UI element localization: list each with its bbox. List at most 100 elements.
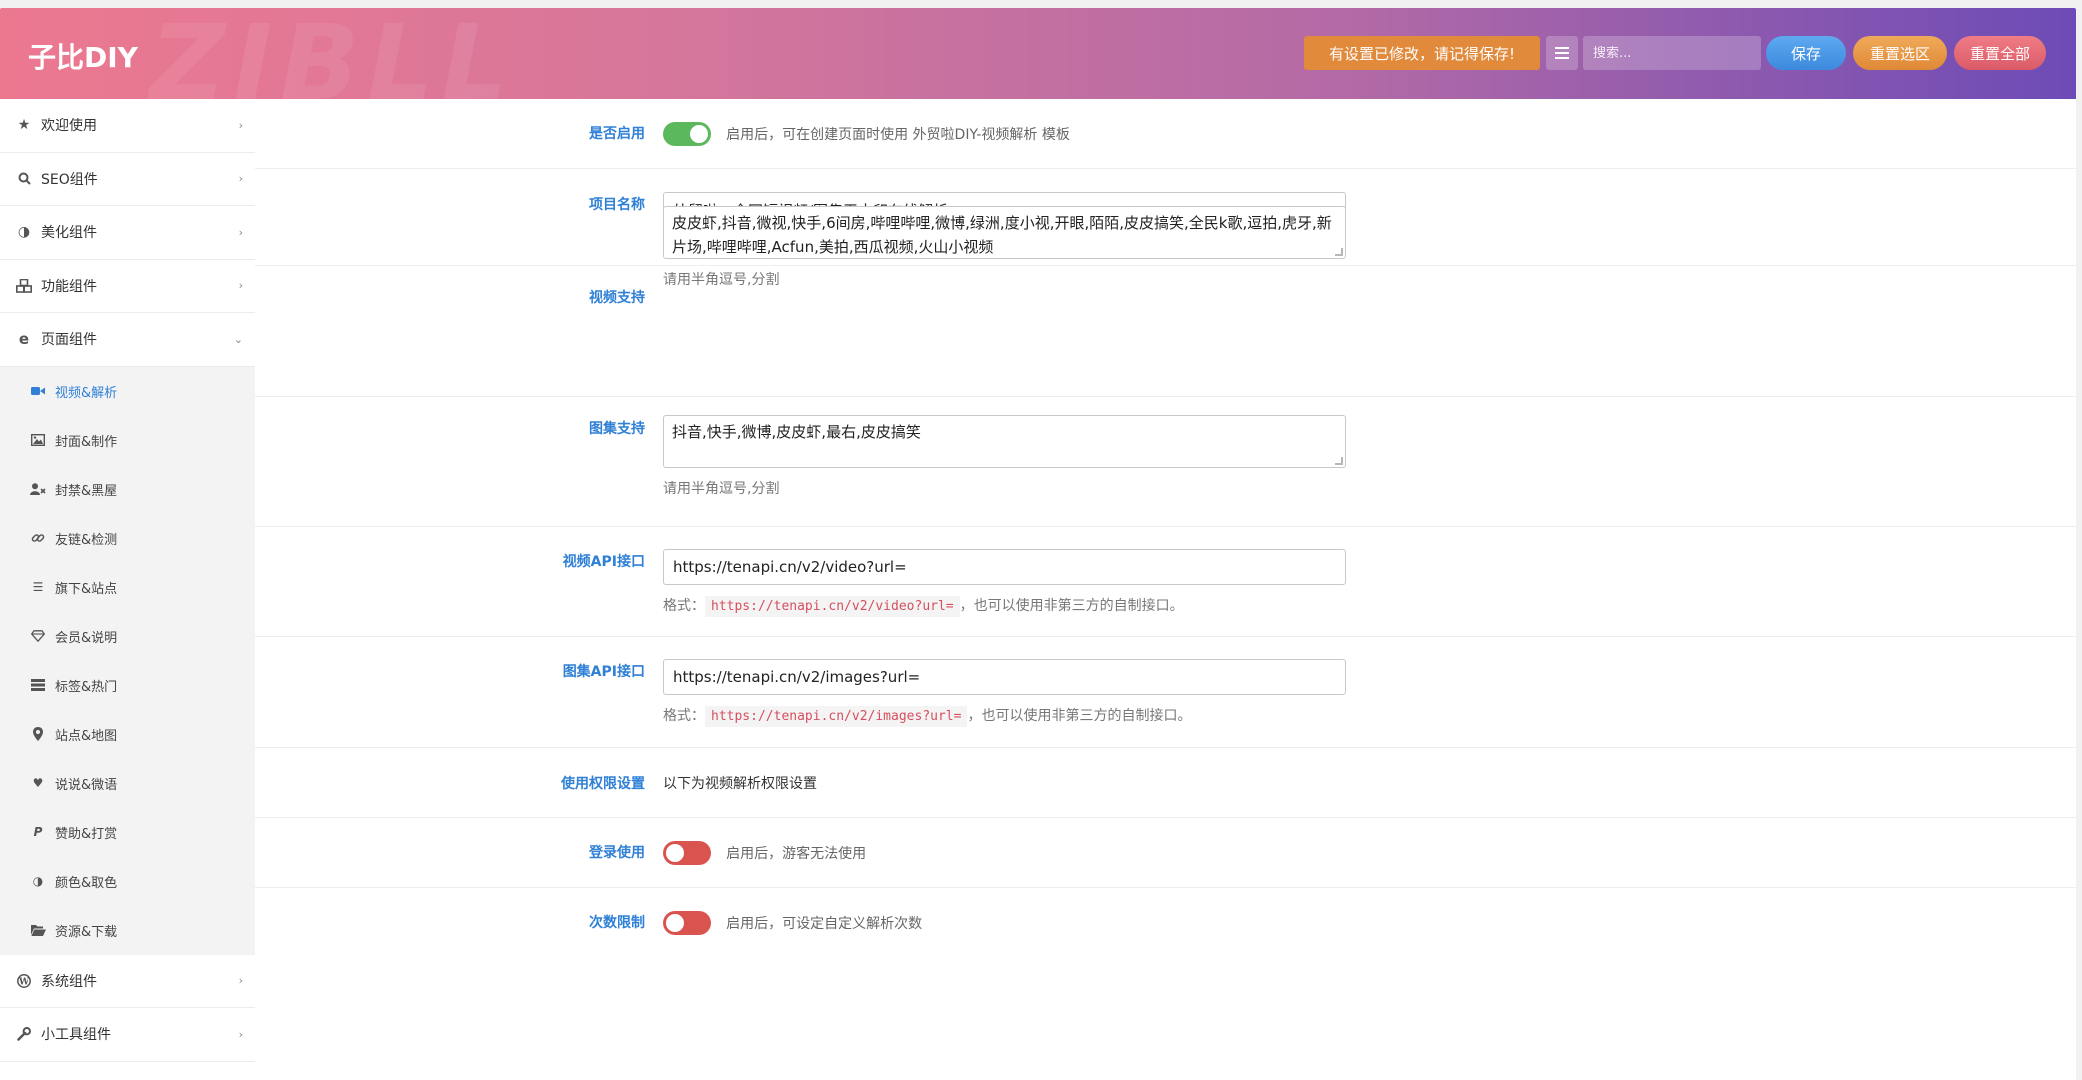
image-support-textarea[interactable]: 抖音,快手,微博,皮皮虾,最右,皮皮搞笑 [663,415,1346,468]
ie-icon: e [18,330,30,349]
sidebar-item-label: 小工具组件 [41,1027,111,1044]
image-api-format-code: https://tenapi.cn/v2/images?url= [705,706,968,727]
svg-text:W: W [18,977,30,987]
count-limit-description: 启用后，可设定自定义解析次数 [726,916,923,932]
sidebar-subitem-sitemap[interactable]: 站点&地图 [0,710,255,759]
chevron-down-icon: ⌄ [233,332,243,346]
image-support-field: 抖音,快手,微博,皮皮虾,最右,皮皮搞笑 请用半角逗号,分割 [663,415,1346,498]
sidebar-subitem-label: 颜色&取色 [55,875,118,891]
reset-section-button[interactable]: 重置选区 [1853,36,1947,70]
save-button[interactable]: 保存 [1766,36,1846,70]
reset-all-button[interactable]: 重置全部 [1954,36,2046,70]
field-label: 图集API接口 [562,664,645,680]
sidebar-subitem-video-parse[interactable]: 视频&解析 [0,367,255,416]
image-api-input[interactable]: https://tenapi.cn/v2/images?url= [663,659,1346,695]
sidebar-subitem-color[interactable]: ◑ 颜色&取色 [0,857,255,906]
unsaved-notice: 有设置已修改，请记得保存! [1304,36,1540,70]
toggle-knob [690,125,708,143]
sidebar-item-page[interactable]: e 页面组件 ⌄ [0,313,255,367]
image-support-text: 抖音,快手,微博,皮皮虾,最右,皮皮搞笑 [672,423,921,441]
enable-toggle[interactable] [663,122,711,146]
sidebar-item-seo[interactable]: SEO组件 › [0,152,255,206]
list-icon [1555,47,1569,59]
field-label: 视频API接口 [562,554,645,570]
video-support-block: 皮皮虾,抖音,微视,快手,6间房,哔哩哔哩,微博,绿洲,度小视,开眼,陌陌,皮皮… [663,206,1346,289]
star-icon: ★ [17,117,31,134]
video-support-hint: 请用半角逗号,分割 [663,272,780,288]
sidebar-subitem-label: 视频&解析 [55,385,118,401]
sidebar-subitem-ban[interactable]: 封禁&黑屋 [0,465,255,514]
top-header: ZIBLL 子比DIY 有设置已修改，请记得保存! 保存 重置选区 重置全部 [0,8,2076,99]
sidebar-item-label: 功能组件 [41,278,97,295]
chevron-right-icon: › [238,1027,243,1041]
video-support-textarea[interactable]: 皮皮虾,抖音,微视,快手,6间房,哔哩哔哩,微博,绿洲,度小视,开眼,陌陌,皮皮… [663,206,1346,259]
sidebar-subitem-membership[interactable]: 会员&说明 [0,612,255,661]
expand-all-button[interactable] [1546,36,1578,70]
permission-text: 以下为视频解析权限设置 [663,776,817,792]
sidebar-subitem-links[interactable]: 友链&检测 [0,514,255,563]
cubes-icon [16,278,32,293]
sidebar-subitem-donate[interactable]: P 赞助&打赏 [0,808,255,857]
sidebar-subitem-label: 旗下&站点 [55,581,118,597]
hint-suffix: ，也可以使用非第三方的自制接口。 [967,708,1192,724]
video-api-field: https://tenapi.cn/v2/video?url= 格式： https… [663,549,1346,617]
brand-title: 子比DIY [28,41,138,74]
sidebar-item-welcome[interactable]: ★ 欢迎使用 › [0,99,255,153]
paypal-icon: P [33,825,43,839]
heart-icon: ♥ [32,776,44,790]
field-label: 登录使用 [589,845,645,861]
sidebar-subitem-cover[interactable]: 封面&制作 [0,416,255,465]
toggle-knob [666,844,684,862]
map-marker-icon [30,727,46,741]
row-permission: 使用权限设置 以下为视频解析权限设置 [255,748,2076,818]
sidebar-subitem-moments[interactable]: ♥ 说说&微语 [0,759,255,808]
field-label: 次数限制 [589,915,645,931]
sidebar-subitem-label: 资源&下载 [55,924,118,940]
page-components-submenu: 视频&解析 封面&制作 封禁&黑屋 友链&检测 ☰ 旗下&站点 会员&说明 标签… [0,366,255,955]
chevron-right-icon: › [238,172,243,186]
sidebar-subitem-label: 封禁&黑屋 [55,483,118,499]
zibll-watermark: ZIBLL [150,8,516,99]
video-api-input[interactable]: https://tenapi.cn/v2/video?url= [663,549,1346,585]
sidebar-item-system[interactable]: W 系统组件 › [0,954,255,1008]
image-api-hint: 格式： https://tenapi.cn/v2/images?url= ，也可以使… [663,705,1346,727]
resize-grip-icon[interactable] [1335,457,1343,465]
sidebar-subitem-label: 会员&说明 [55,630,118,646]
image-api-field: https://tenapi.cn/v2/images?url= 格式： http… [663,659,1346,727]
link-icon [30,531,46,545]
wrench-icon [16,1027,32,1041]
field-label: 视频支持 [589,290,645,306]
sidebar-subitem-download[interactable]: 资源&下载 [0,906,255,955]
sidebar-item-beautify[interactable]: ◑ 美化组件 › [0,206,255,260]
chevron-right-icon: › [238,225,243,239]
row-video-api: 视频API接口 https://tenapi.cn/v2/video?url= … [255,527,2076,637]
login-use-toggle[interactable] [663,841,711,865]
hint-prefix: 格式： [663,598,705,614]
search-box[interactable] [1583,36,1761,70]
count-limit-toggle[interactable] [663,911,711,935]
sidebar-subitem-tags[interactable]: 标签&热门 [0,661,255,710]
chevron-right-icon: › [238,279,243,293]
resize-grip-icon[interactable] [1335,248,1343,256]
sidebar-item-label: SEO组件 [41,171,98,188]
hint-prefix: 格式： [663,708,705,724]
image-support-hint: 请用半角逗号,分割 [663,481,780,497]
list-icon: ☰ [32,580,44,594]
sidebar-subitem-sites[interactable]: ☰ 旗下&站点 [0,563,255,612]
field-label: 使用权限设置 [561,776,645,792]
settings-panel: 是否启用 启用后，可在创建页面时使用 外贸啦DIY-视频解析 模板 项目名称 外… [255,99,2076,1080]
sidebar-nav: ★ 欢迎使用 › SEO组件 › ◑ 美化组件 › 功能组件 › e 页面组件 … [0,99,255,1080]
sidebar-subitem-label: 赞助&打赏 [55,826,118,842]
sidebar-subitem-label: 站点&地图 [55,728,118,744]
sidebar-item-widgets[interactable]: 小工具组件 › [0,1008,255,1062]
diamond-icon [30,630,46,642]
sidebar-item-function[interactable]: 功能组件 › [0,259,255,313]
tags-icon [30,679,46,691]
toggle-knob [666,914,684,932]
search-input[interactable] [1593,45,1753,61]
hint-suffix: ，也可以使用非第三方的自制接口。 [959,598,1184,614]
row-login-use: 登录使用 启用后，游客无法使用 [255,818,2076,888]
image-icon [30,434,46,446]
video-support-text: 皮皮虾,抖音,微视,快手,6间房,哔哩哔哩,微博,绿洲,度小视,开眼,陌陌,皮皮… [672,214,1332,256]
video-camera-icon [30,386,46,396]
